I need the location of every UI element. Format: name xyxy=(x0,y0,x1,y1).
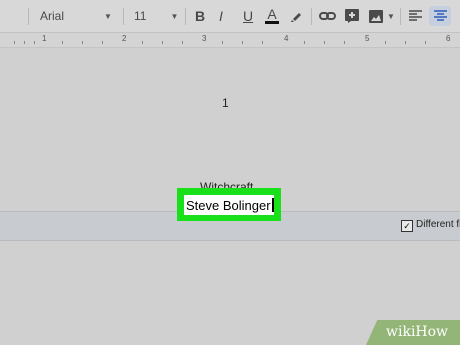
ruler-tick xyxy=(222,41,223,44)
formatting-toolbar: Arial ▼ 11 ▼ B I U A ▼ xyxy=(0,0,460,33)
align-left-button[interactable] xyxy=(409,0,422,32)
toolbar-separator xyxy=(311,8,312,25)
ruler-tick xyxy=(102,41,103,44)
ruler-tick xyxy=(182,41,183,44)
image-icon xyxy=(369,9,383,23)
chevron-down-icon: ▼ xyxy=(104,11,112,21)
font-family-value: Arial xyxy=(40,9,65,23)
highlighter-icon xyxy=(291,12,301,22)
toolbar-separator xyxy=(28,8,29,25)
add-comment-icon xyxy=(345,9,359,23)
add-comment-button[interactable] xyxy=(345,0,359,32)
watermark-logo: wikiHow xyxy=(366,320,460,345)
underline-button[interactable]: U xyxy=(243,0,253,32)
ruler-tick xyxy=(344,41,345,44)
ruler-tick xyxy=(324,41,325,44)
ruler-tick xyxy=(14,41,15,44)
insert-link-button[interactable] xyxy=(319,0,336,32)
ruler-number: 3 xyxy=(202,34,207,43)
toolbar-separator xyxy=(123,8,124,25)
watermark-text: wikiHow xyxy=(386,324,449,340)
ruler-tick xyxy=(24,41,25,44)
ruler-tick xyxy=(425,41,426,44)
text-cursor xyxy=(271,198,274,212)
font-size-dropdown[interactable]: 11 ▼ xyxy=(134,0,178,32)
toolbar-separator xyxy=(400,8,401,25)
different-first-page-checkbox[interactable]: ✓ xyxy=(401,220,413,232)
text-color-letter: A xyxy=(267,6,277,22)
bold-button[interactable]: B xyxy=(195,0,205,32)
chevron-down-icon: ▼ xyxy=(170,11,179,21)
ruler-tick xyxy=(405,41,406,44)
link-icon xyxy=(319,12,336,20)
align-center-button[interactable] xyxy=(429,6,451,26)
align-center-icon xyxy=(433,10,447,21)
font-size-value: 11 xyxy=(134,9,147,23)
page-number: 1 xyxy=(222,96,229,110)
ruler-number: 2 xyxy=(122,34,127,43)
chevron-down-icon: ▼ xyxy=(387,11,395,21)
ruler-tick xyxy=(385,41,386,44)
italic-button[interactable]: I xyxy=(219,0,223,32)
text-color-bar xyxy=(265,21,279,24)
horizontal-ruler[interactable]: 1 2 3 4 5 6 xyxy=(0,33,460,48)
align-left-icon xyxy=(409,10,422,21)
ruler-tick xyxy=(82,41,83,44)
ruler-tick xyxy=(34,41,35,44)
different-first-page-label: Different fir xyxy=(416,219,460,230)
toolbar-separator xyxy=(185,8,186,25)
text-color-button[interactable]: A xyxy=(265,0,279,32)
ruler-tick xyxy=(242,41,243,44)
ruler-number: 1 xyxy=(42,34,47,43)
ruler-number: 6 xyxy=(446,34,451,43)
footer-text-value: Steve Bolinger xyxy=(186,197,271,213)
ruler-tick xyxy=(62,41,63,44)
font-family-dropdown[interactable]: Arial ▼ xyxy=(40,0,112,32)
ruler-tick xyxy=(262,41,263,44)
ruler-number: 5 xyxy=(365,34,370,43)
footer-text-input[interactable]: Steve Bolinger xyxy=(184,195,274,215)
highlight-color-button[interactable] xyxy=(290,0,303,32)
ruler-tick xyxy=(162,41,163,44)
ruler-number: 4 xyxy=(284,34,289,43)
ruler-tick xyxy=(142,41,143,44)
ruler-tick xyxy=(304,41,305,44)
insert-image-button[interactable]: ▼ xyxy=(369,0,395,32)
